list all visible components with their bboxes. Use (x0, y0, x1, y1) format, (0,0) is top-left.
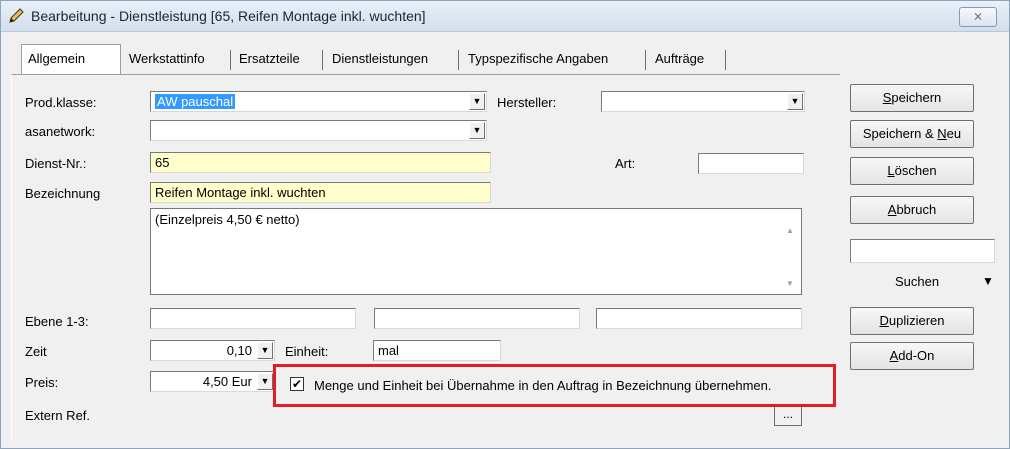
duplizieren-label: uplizieren (888, 313, 945, 328)
tab-typspezifische-angaben[interactable]: Typspezifische Angaben (462, 46, 614, 72)
ebene-3-field[interactable] (596, 308, 802, 329)
tab-allgemein[interactable]: Allgemein (21, 44, 121, 74)
pencil-icon (9, 8, 24, 23)
speichern-label: peichern (891, 90, 942, 105)
highlighted-checkbox-region: ✔ Menge und Einheit bei Übernahme in den… (273, 364, 836, 407)
preis-value: 4,50 Eur (202, 374, 252, 389)
chevron-down-icon[interactable]: ▼ (469, 93, 485, 110)
scroll-down-icon[interactable]: ▼ (786, 279, 794, 288)
checkmark-icon: ✔ (291, 377, 303, 391)
title-bar[interactable]: Bearbeitung - Dienstleistung [65, Reifen… (1, 1, 1009, 32)
tab-separator (458, 50, 459, 70)
chevron-down-icon[interactable]: ▼ (257, 373, 273, 390)
prodklasse-value: AW pauschal (155, 94, 236, 109)
externref-label: Extern Ref. (25, 408, 91, 423)
suchen-input[interactable] (850, 239, 995, 263)
suchen-label: Suchen (895, 274, 940, 289)
prodklasse-label: Prod.klasse: (25, 95, 97, 110)
menge-einheit-checkbox[interactable]: ✔ (290, 377, 304, 391)
tab-auftraege[interactable]: Aufträge (649, 46, 710, 72)
hersteller-label: Hersteller: (497, 95, 557, 110)
chevron-down-icon[interactable]: ▼ (787, 93, 803, 110)
preis-combobox[interactable]: 4,50 Eur ▼ (150, 371, 275, 392)
speichern-neu-label-pre: Speichern & (862, 126, 938, 141)
bezeichnung-label: Bezeichnung (25, 186, 101, 201)
description-text: (Einzelpreis 4,50 € netto) (155, 212, 300, 227)
ebene-1-field[interactable] (150, 308, 356, 329)
loeschen-label: öschen (894, 163, 937, 178)
zeit-label: Zeit (25, 344, 47, 359)
zeit-value: 0,10 (226, 343, 252, 358)
ebene-2-field[interactable] (374, 308, 580, 329)
tab-separator (230, 50, 231, 70)
asanetwork-label: asanetwork: (25, 124, 96, 139)
zeit-combobox[interactable]: 0,10 ▼ (150, 340, 275, 361)
window-title: Bearbeitung - Dienstleistung [65, Reifen… (31, 8, 426, 24)
externref-browse-button[interactable]: ... (774, 404, 802, 426)
abbruch-button[interactable]: Abbruch (850, 196, 974, 224)
preis-label: Preis: (25, 375, 59, 390)
add-on-button[interactable]: Add-On (850, 342, 974, 370)
description-textarea[interactable]: (Einzelpreis 4,50 € netto) ▲ ▼ (150, 208, 802, 295)
loeschen-mnemonic: L (887, 163, 895, 178)
add-on-mnemonic: A (889, 348, 899, 363)
suchen-button[interactable]: Suchen ▼ (850, 265, 1000, 295)
einheit-field[interactable]: mal (373, 340, 501, 361)
close-icon: ⨯ (972, 9, 984, 23)
tab-label: Ersatzteile (239, 51, 300, 66)
tab-label: Aufträge (655, 51, 705, 66)
abbruch-label: bbruch (896, 202, 937, 217)
einheit-label: Einheit: (285, 344, 329, 359)
add-on-label: dd-On (898, 348, 935, 363)
tab-separator (725, 50, 726, 70)
tab-label: Werkstattinfo (129, 51, 205, 66)
tab-label: Dienstleistungen (332, 51, 429, 66)
tab-label: Allgemein (28, 51, 86, 66)
speichern-neu-button[interactable]: Speichern & Neu (850, 120, 974, 148)
prodklasse-combobox[interactable]: AW pauschal ▼ (150, 91, 487, 112)
art-field[interactable] (698, 153, 804, 174)
speichern-neu-label-rest: eu (946, 126, 962, 141)
tab-label: Typspezifische Angaben (468, 51, 609, 66)
ebene-label: Ebene 1-3: (25, 314, 89, 329)
duplizieren-button[interactable]: Duplizieren (850, 307, 974, 335)
edit-dialog-window: Bearbeitung - Dienstleistung [65, Reifen… (0, 0, 1010, 449)
menge-einheit-checkbox-label[interactable]: Menge und Einheit bei Übernahme in den A… (314, 378, 771, 393)
asanetwork-combobox[interactable]: ▼ (150, 120, 487, 141)
loeschen-button[interactable]: Löschen (850, 157, 974, 185)
close-button[interactable]: ⨯ (959, 7, 997, 27)
tab-separator (645, 50, 646, 70)
chevron-down-icon[interactable]: ▼ (257, 342, 273, 359)
textarea-scrollbar[interactable]: ▲ ▼ (783, 209, 801, 294)
hersteller-combobox[interactable]: ▼ (601, 91, 805, 112)
dropdown-arrow-icon[interactable]: ▼ (982, 274, 994, 288)
tab-dienstleistungen[interactable]: Dienstleistungen (326, 46, 434, 72)
dienstnr-label: Dienst-Nr.: (25, 156, 87, 171)
tab-werkstattinfo[interactable]: Werkstattinfo (123, 46, 211, 72)
duplizieren-mnemonic: D (879, 313, 889, 328)
scroll-up-icon[interactable]: ▲ (786, 226, 794, 235)
tab-separator (322, 50, 323, 70)
dienstnr-field[interactable]: 65 (150, 152, 491, 173)
art-label: Art: (615, 156, 636, 171)
chevron-down-icon[interactable]: ▼ (469, 122, 485, 139)
speichern-button[interactable]: Speichern (850, 84, 974, 112)
speichern-neu-mnemonic: N (937, 126, 947, 141)
bezeichnung-field[interactable]: Reifen Montage inkl. wuchten (150, 182, 491, 203)
tab-ersatzteile[interactable]: Ersatzteile (233, 46, 306, 72)
